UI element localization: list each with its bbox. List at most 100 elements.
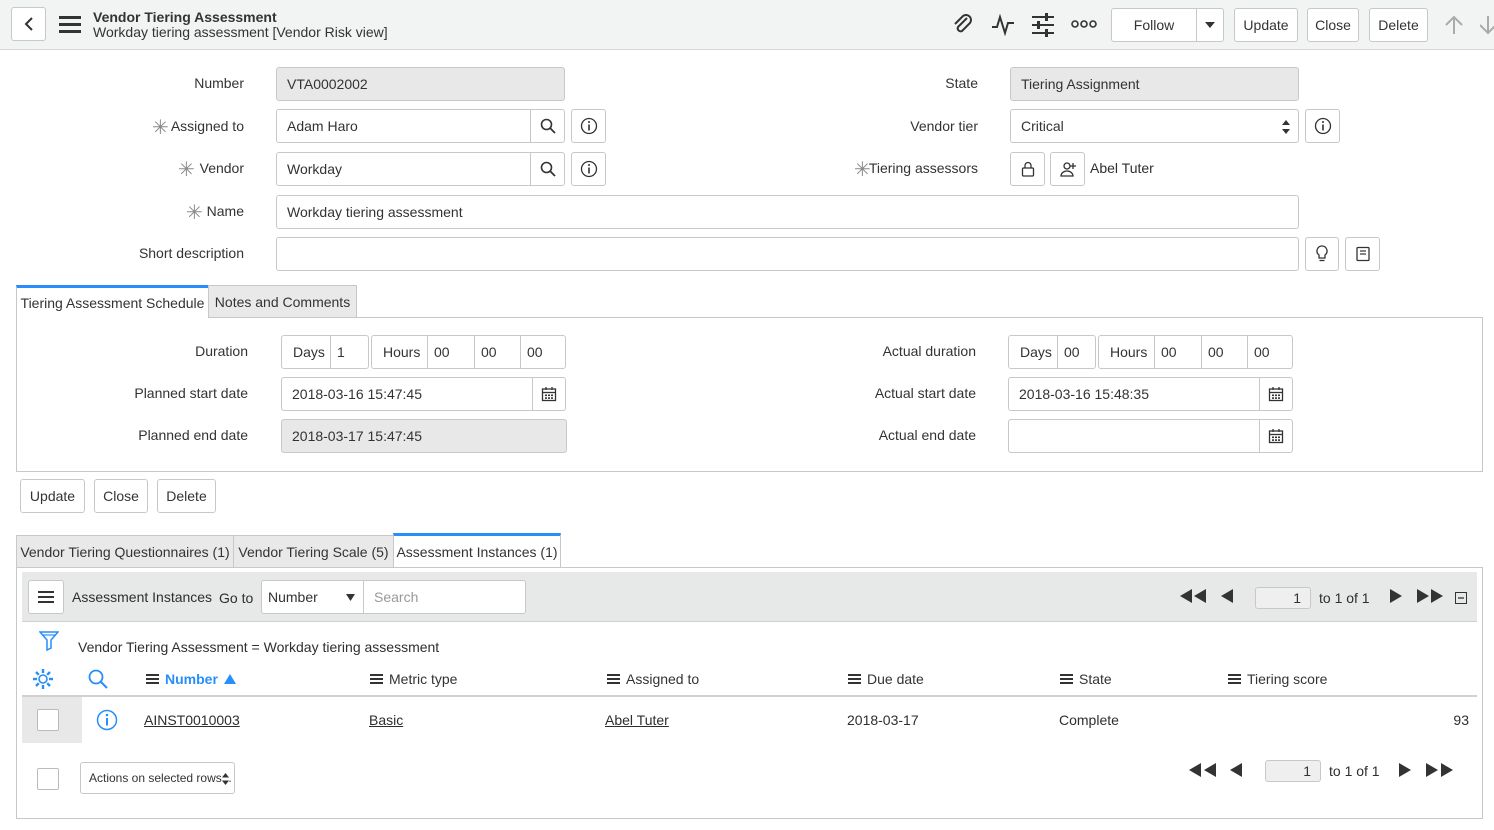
duration-hours-label: Hours (371, 335, 428, 369)
vendor-lookup-button[interactable] (530, 152, 565, 186)
calendar-icon (541, 387, 557, 402)
cell-assigned-to-link[interactable]: Abel Tuter (605, 712, 669, 728)
cell-due-date: 2018-03-17 (847, 712, 919, 728)
lock-icon (1021, 161, 1034, 177)
vendor-info-button[interactable] (571, 152, 606, 186)
row-checkbox[interactable] (37, 709, 59, 731)
actual-start-calendar-button[interactable] (1259, 377, 1293, 411)
planned-end-field[interactable]: 2018-03-17 15:47:45 (281, 419, 567, 453)
short-description-field[interactable] (276, 237, 1299, 271)
goto-field-select[interactable]: Number (261, 580, 364, 614)
column-header-tiering-score[interactable]: Tiering score (1228, 671, 1327, 687)
footer-next-page-icon[interactable] (1399, 763, 1411, 777)
column-header-number[interactable]: Number (146, 671, 236, 687)
duration-seconds-field[interactable]: 00 (520, 335, 566, 369)
actual-end-field[interactable] (1008, 419, 1260, 453)
tiering-assessors-value: Abel Tuter (1090, 160, 1154, 176)
last-page-icon[interactable] (1417, 589, 1443, 603)
filter-icon[interactable] (39, 630, 59, 652)
template-button[interactable] (1345, 237, 1380, 271)
delete-button[interactable]: Delete (1369, 8, 1428, 42)
vendor-field[interactable]: Workday (276, 152, 531, 186)
suggestion-button[interactable] (1305, 237, 1339, 271)
calendar-icon (1268, 429, 1284, 444)
number-field[interactable]: VTA0002002 (276, 67, 565, 101)
actual-end-calendar-button[interactable] (1259, 419, 1293, 453)
add-me-button[interactable] (1050, 152, 1085, 186)
next-page-icon[interactable] (1390, 589, 1402, 603)
close-button[interactable]: Close (1307, 8, 1359, 42)
collapse-icon[interactable] (1455, 592, 1467, 604)
paperclip-icon[interactable] (951, 13, 975, 37)
update-button[interactable]: Update (1234, 8, 1298, 42)
duration-minutes-field[interactable]: 00 (474, 335, 521, 369)
tab-vendor-tiering-questionnaires[interactable]: Vendor Tiering Questionnaires (1) (16, 535, 234, 568)
actual-hours-field[interactable]: 00 (1154, 335, 1202, 369)
row-preview-info-icon[interactable] (96, 709, 118, 731)
assigned-to-lookup-button[interactable] (530, 109, 565, 143)
assigned-to-info-button[interactable] (571, 109, 606, 143)
tab-vendor-tiering-scale[interactable]: Vendor Tiering Scale (5) (233, 535, 394, 568)
actual-seconds-field[interactable]: 00 (1247, 335, 1293, 369)
arrow-down-icon[interactable] (1480, 15, 1494, 35)
vendor-tier-info-button[interactable] (1305, 109, 1340, 143)
footer-page-number-input[interactable]: 1 (1265, 760, 1321, 782)
table-row[interactable]: AINST0010003 Basic Abel Tuter 2018-03-17… (22, 697, 1477, 743)
footer-previous-page-icon[interactable] (1230, 763, 1242, 777)
duration-label: Duration (195, 343, 248, 359)
planned-start-field[interactable]: 2018-03-16 15:47:45 (281, 377, 533, 411)
sort-ascending-icon (223, 674, 236, 684)
duration-hours-field[interactable]: 00 (427, 335, 475, 369)
column-header-due-date[interactable]: Due date (848, 671, 924, 687)
form-update-button[interactable]: Update (20, 479, 85, 513)
form-delete-button[interactable]: Delete (157, 479, 216, 513)
back-button[interactable] (11, 7, 46, 41)
previous-page-icon[interactable] (1221, 589, 1233, 603)
column-header-state[interactable]: State (1060, 671, 1112, 687)
form-close-button[interactable]: Close (94, 479, 148, 513)
footer-first-page-icon[interactable] (1189, 763, 1216, 777)
info-icon (580, 160, 597, 178)
duration-days-field[interactable]: 1 (330, 335, 369, 369)
cell-number-link[interactable]: AINST0010003 (144, 712, 240, 728)
first-page-icon[interactable] (1180, 589, 1206, 603)
column-header-metric-type[interactable]: Metric type (370, 671, 457, 687)
settings-sliders-icon[interactable] (1031, 12, 1055, 38)
column-header-assigned-to[interactable]: Assigned to (607, 671, 699, 687)
actions-select[interactable]: Actions on selected rows... (80, 762, 235, 794)
list-menu-button[interactable] (28, 580, 64, 614)
footer-last-page-icon[interactable] (1426, 763, 1453, 777)
actual-duration-label: Actual duration (882, 343, 976, 359)
follow-button[interactable]: Follow (1111, 8, 1197, 42)
planned-start-calendar-button[interactable] (532, 377, 566, 411)
actual-start-label: Actual start date (874, 385, 976, 401)
unlock-assessors-button[interactable] (1010, 152, 1045, 186)
cell-metric-type-link[interactable]: Basic (369, 712, 403, 728)
actions-select-value: Actions on selected rows... (89, 771, 232, 785)
actual-days-field[interactable]: 00 (1057, 335, 1096, 369)
arrow-up-icon[interactable] (1444, 15, 1464, 35)
assigned-to-field[interactable]: Adam Haro (276, 109, 531, 143)
search-icon (540, 161, 556, 177)
follow-dropdown-button[interactable] (1196, 8, 1224, 42)
page-number-input[interactable]: 1 (1255, 587, 1311, 609)
chevron-left-icon (24, 17, 33, 31)
list-search-input[interactable]: Search (363, 580, 526, 614)
more-options-icon[interactable] (1071, 18, 1097, 30)
info-icon (1314, 117, 1331, 135)
name-field[interactable]: Workday tiering assessment (276, 195, 1299, 229)
state-field[interactable]: Tiering Assignment (1010, 67, 1299, 101)
list-settings-gear-icon[interactable] (32, 668, 54, 690)
select-all-checkbox[interactable] (37, 768, 59, 790)
column-menu-icon (607, 674, 620, 684)
tab-assessment-instances[interactable]: Assessment Instances (1) (393, 533, 561, 568)
tab-notes-and-comments[interactable]: Notes and Comments (208, 285, 357, 318)
activity-icon[interactable] (991, 13, 1015, 37)
tab-tiering-assessment-schedule[interactable]: Tiering Assessment Schedule (16, 285, 209, 318)
column-search-icon[interactable] (88, 669, 108, 689)
actual-start-field[interactable]: 2018-03-16 15:48:35 (1008, 377, 1260, 411)
vendor-tier-select[interactable]: Critical (1010, 109, 1299, 143)
menu-icon[interactable] (59, 15, 81, 33)
filter-breadcrumb[interactable]: Vendor Tiering Assessment = Workday tier… (78, 639, 439, 655)
actual-minutes-field[interactable]: 00 (1201, 335, 1248, 369)
